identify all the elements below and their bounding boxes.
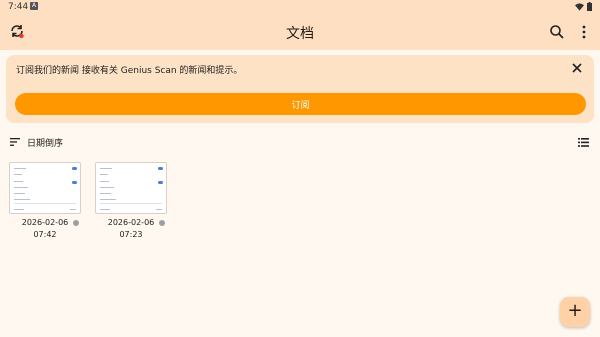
close-icon[interactable] [571, 62, 583, 74]
wifi-icon [575, 2, 584, 11]
more-options-icon[interactable] [576, 24, 592, 40]
banner-message: 订阅我们的新闻 接收有关 Genius Scan 的新闻和提示。 [16, 66, 243, 76]
document-date: 2026-02-06 07:23 [95, 217, 167, 241]
sort-icon [10, 138, 20, 146]
battery-icon [587, 2, 592, 11]
list-view-icon[interactable] [578, 138, 589, 147]
status-bar: 7:44 A [0, 0, 600, 14]
notification-icon: A [30, 2, 38, 10]
sort-selector[interactable]: 日期倒序 [10, 135, 63, 149]
document-thumbnail [9, 162, 81, 214]
document-date-day: 2026-02-06 [107, 218, 155, 227]
document-date-time: 07:42 [33, 230, 57, 239]
sort-label: 日期倒序 [27, 138, 64, 149]
subscribe-button[interactable]: 订阅 [15, 93, 586, 115]
search-icon[interactable] [549, 24, 565, 40]
app-bar: 文档 [0, 14, 600, 50]
status-icons [575, 2, 592, 11]
document-date-time: 07:23 [119, 230, 143, 239]
document-item[interactable]: 2026-02-06 07:23 [95, 162, 169, 241]
document-item[interactable]: 2026-02-06 07:42 [9, 162, 83, 241]
sync-status-dot [159, 220, 165, 226]
status-time: 7:44 [8, 2, 29, 12]
document-date-day: 2026-02-06 [21, 218, 69, 227]
newsletter-banner: 订阅我们的新闻 接收有关 Genius Scan 的新闻和提示。 订阅 [6, 55, 594, 123]
sync-status-dot [73, 220, 79, 226]
document-date: 2026-02-06 07:42 [9, 217, 81, 241]
document-thumbnail [95, 162, 167, 214]
add-document-button[interactable]: + [560, 297, 590, 327]
page-title: 文档 [286, 26, 314, 42]
